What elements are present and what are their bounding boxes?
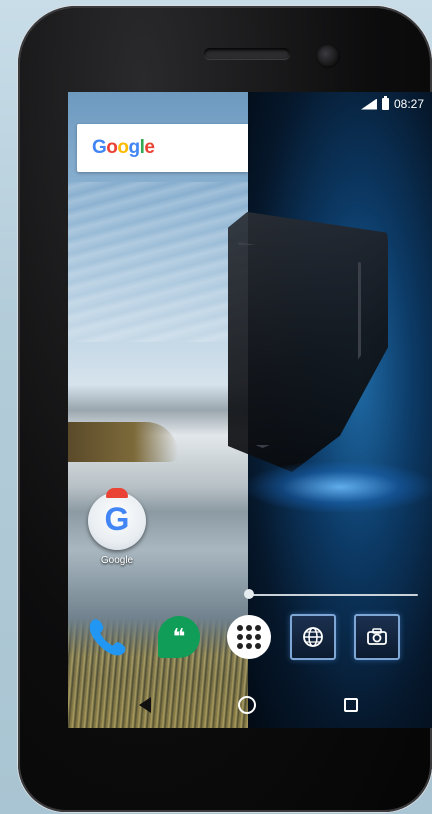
phone-device: 4G 08:27 Google G Google ❝ <box>18 6 432 812</box>
app-drawer-icon <box>227 615 271 659</box>
app-drawer-button[interactable] <box>226 614 272 660</box>
signal-icon: 4G <box>360 98 377 110</box>
camera-app[interactable] <box>354 614 400 660</box>
recent-apps-button[interactable] <box>338 692 364 718</box>
earpiece-speaker <box>204 48 290 59</box>
front-camera <box>316 44 340 68</box>
globe-icon <box>290 614 336 660</box>
hangouts-icon: ❝ <box>158 616 200 658</box>
google-logo: Google <box>92 137 155 158</box>
camera-icon <box>354 614 400 660</box>
hangouts-app[interactable]: ❝ <box>156 614 202 660</box>
navigation-bar <box>68 682 432 728</box>
browser-app[interactable] <box>290 614 336 660</box>
battery-icon <box>381 96 389 110</box>
page-indicator-dot <box>244 589 254 599</box>
page-indicator-line <box>246 594 418 596</box>
phone-icon[interactable] <box>84 614 130 660</box>
security-wallpaper <box>228 92 432 728</box>
google-alarm-icon[interactable]: G <box>88 488 146 550</box>
phone-screen: 4G 08:27 Google G Google ❝ <box>68 92 432 728</box>
status-bar: 4G 08:27 <box>68 92 432 116</box>
status-time: 08:27 <box>393 97 424 111</box>
back-button[interactable] <box>132 692 158 718</box>
network-type-label: 4G <box>356 94 365 101</box>
app-label-google: Google <box>100 555 134 566</box>
home-button[interactable] <box>234 692 260 718</box>
google-search-widget[interactable]: Google <box>77 124 248 172</box>
